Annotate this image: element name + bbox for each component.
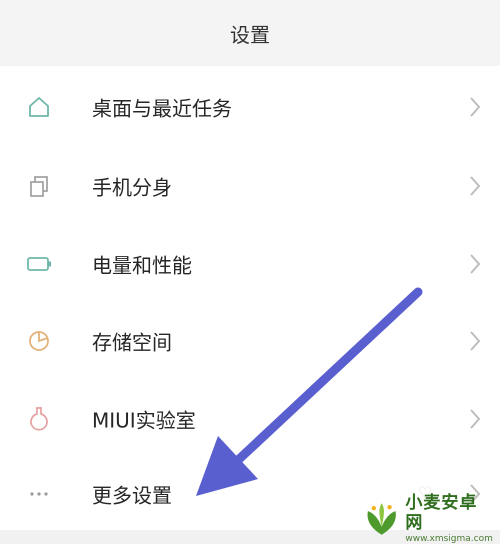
settings-item-storage[interactable]: 存储空间 (0, 302, 500, 379)
settings-item-label: 存储空间 (92, 330, 172, 354)
storage-pie-icon (22, 324, 56, 358)
chevron-right-icon (470, 253, 481, 274)
page-title: 设置 (230, 22, 270, 47)
chevron-right-icon (470, 408, 481, 429)
settings-item-label: 更多设置 (92, 483, 172, 507)
watermark-title: 小麦安卓网 (405, 493, 478, 533)
chevron-right-icon (470, 175, 481, 196)
settings-item-label: MIUI实验室 (92, 408, 196, 432)
page-header: 设置 (0, 0, 500, 66)
watermark: 小麦安卓网 www.xmsigma.com (362, 493, 494, 544)
settings-item-dual-apps[interactable]: 手机分身 (0, 147, 500, 224)
watermark-url: www.xmsigma.com (405, 534, 493, 544)
settings-item-battery-performance[interactable]: 电量和性能 (0, 225, 500, 302)
chevron-right-icon (470, 96, 481, 117)
battery-icon (22, 247, 56, 281)
home-icon (22, 90, 56, 124)
flask-icon (22, 402, 56, 436)
logo-icon (367, 503, 396, 535)
settings-list: 桌面与最近任务 手机分身 电量和性能 存储空间 MIUI实验室 更多设置 (0, 66, 500, 530)
more-dots-icon (22, 477, 56, 511)
clone-icon (22, 169, 56, 203)
settings-item-desktop-recents[interactable]: 桌面与最近任务 (0, 68, 500, 145)
chevron-right-icon (470, 330, 481, 351)
settings-item-label: 电量和性能 (92, 253, 192, 277)
settings-item-label: 桌面与最近任务 (92, 96, 232, 120)
settings-item-label: 手机分身 (92, 175, 172, 199)
settings-item-miui-lab[interactable]: MIUI实验室 (0, 380, 500, 457)
